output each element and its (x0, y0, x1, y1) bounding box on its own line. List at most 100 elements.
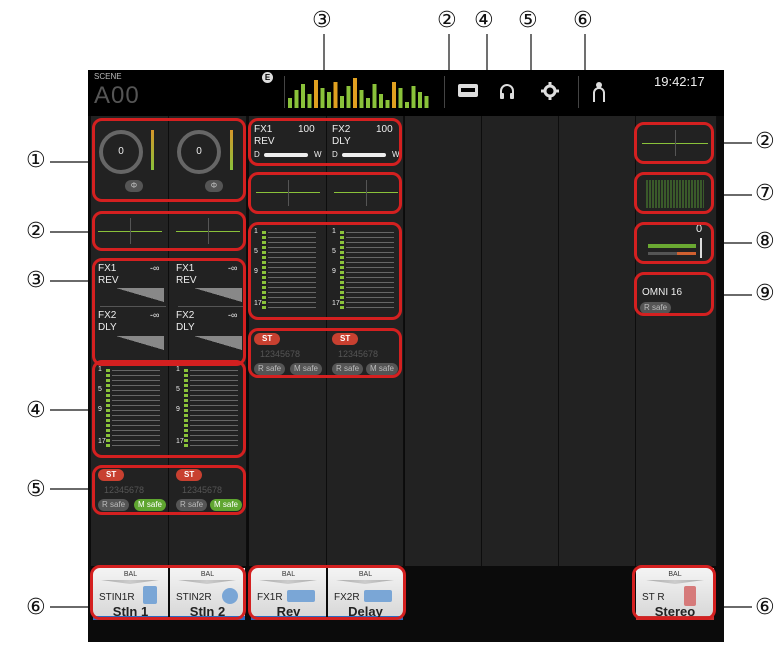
send-meter-dot (106, 399, 110, 402)
send-meter-dot (106, 434, 110, 437)
gear-icon[interactable] (540, 81, 560, 101)
meter-bar (424, 96, 429, 108)
highlight-1 (92, 118, 246, 202)
recorder-icon[interactable] (458, 84, 478, 97)
scene-number[interactable]: A00 (94, 82, 140, 110)
send-meter-line (268, 242, 316, 243)
meter-label: 5 (98, 386, 102, 393)
meter-label: 17 (176, 438, 184, 445)
send-meter-dot (106, 439, 110, 442)
meter-bar (353, 78, 357, 108)
send-meter-dot (262, 261, 266, 264)
send-meter-line (346, 262, 394, 263)
send-meter-line (268, 272, 316, 273)
send-meter-dot (340, 251, 344, 254)
send-meter-line (190, 375, 238, 376)
meter-bar (411, 86, 416, 108)
scene-label: SCENE (94, 72, 122, 81)
send-meter-dot (262, 271, 266, 274)
highlight-6-in (90, 565, 246, 620)
send-meter-line (268, 262, 316, 263)
meter-bar (320, 88, 325, 108)
send-meter-line (190, 425, 238, 426)
send-meter-line (346, 267, 394, 268)
meter-bridge[interactable] (288, 76, 438, 110)
send-meter-dot (340, 306, 344, 309)
headphones-icon[interactable] (498, 82, 516, 100)
send-meter-line (268, 292, 316, 293)
send-meter-dot (184, 389, 188, 392)
send-meter-line (112, 375, 160, 376)
send-meter-dot (106, 369, 110, 372)
meter-bar (392, 82, 396, 108)
send-meter-dot (262, 286, 266, 289)
send-meter-line (190, 390, 238, 391)
send-meter-dot (106, 389, 110, 392)
channel-strip-empty (482, 116, 559, 566)
send-meter-dot (340, 236, 344, 239)
send-meter-dot (106, 444, 110, 447)
send-meter-line (268, 307, 316, 308)
send-meter-line (268, 287, 316, 288)
send-meter-dot (340, 291, 344, 294)
send-meter-dot (340, 246, 344, 249)
send-meter-dot (184, 379, 188, 382)
send-meter-line (190, 430, 238, 431)
send-meter-dot (184, 444, 188, 447)
meter-bar (372, 84, 377, 108)
send-meter-dot (340, 296, 344, 299)
send-meter-dot (340, 281, 344, 284)
send-meter-block[interactable]: 1 5 9 17 (254, 228, 324, 314)
highlight-3 (92, 258, 246, 366)
send-meter-line (190, 435, 238, 436)
send-meter-dot (340, 266, 344, 269)
send-meter-line (190, 370, 238, 371)
send-meter-dot (262, 236, 266, 239)
meter-label: 17 (98, 438, 106, 445)
meter-label: 1 (332, 228, 336, 235)
send-meter-dot (262, 251, 266, 254)
meter-bar (379, 94, 383, 108)
send-meter-line (112, 380, 160, 381)
send-meter-dot (184, 439, 188, 442)
meter-bar (418, 92, 422, 108)
send-meter-dot (262, 276, 266, 279)
send-meter-line (112, 405, 160, 406)
send-meter-line (190, 400, 238, 401)
send-meter-line (346, 282, 394, 283)
highlight-fx-2 (248, 172, 402, 214)
send-meter-block[interactable]: 1 5 9 17 (176, 366, 246, 452)
send-meter-line (190, 405, 238, 406)
send-meter-line (346, 307, 394, 308)
send-meter-line (190, 415, 238, 416)
user-icon[interactable] (592, 80, 606, 104)
send-meter-line (112, 435, 160, 436)
meter-label: 9 (254, 268, 258, 275)
send-meter-dot (184, 404, 188, 407)
send-meter-line (112, 385, 160, 386)
send-meter-dot (106, 384, 110, 387)
send-meter-dot (340, 276, 344, 279)
highlight-st-2 (634, 122, 714, 164)
send-meter-dot (106, 374, 110, 377)
send-meter-line (268, 297, 316, 298)
send-meter-dot (340, 271, 344, 274)
send-meter-dot (340, 286, 344, 289)
send-meter-line (190, 395, 238, 396)
send-meter-dot (106, 379, 110, 382)
send-meter-line (112, 445, 160, 446)
meter-bar (366, 98, 370, 108)
send-meter-block[interactable]: 1 5 9 17 (98, 366, 168, 452)
highlight-2 (92, 211, 246, 251)
meter-label: 5 (176, 386, 180, 393)
send-meter-dot (262, 256, 266, 259)
send-meter-dot (262, 241, 266, 244)
meter-bar (359, 90, 364, 108)
send-meter-line (268, 252, 316, 253)
send-meter-line (346, 272, 394, 273)
send-meter-line (112, 395, 160, 396)
send-meter-block[interactable]: 1 5 9 17 (332, 228, 402, 314)
meter-label: 1 (176, 366, 180, 373)
send-meter-line (346, 287, 394, 288)
send-meter-line (346, 247, 394, 248)
